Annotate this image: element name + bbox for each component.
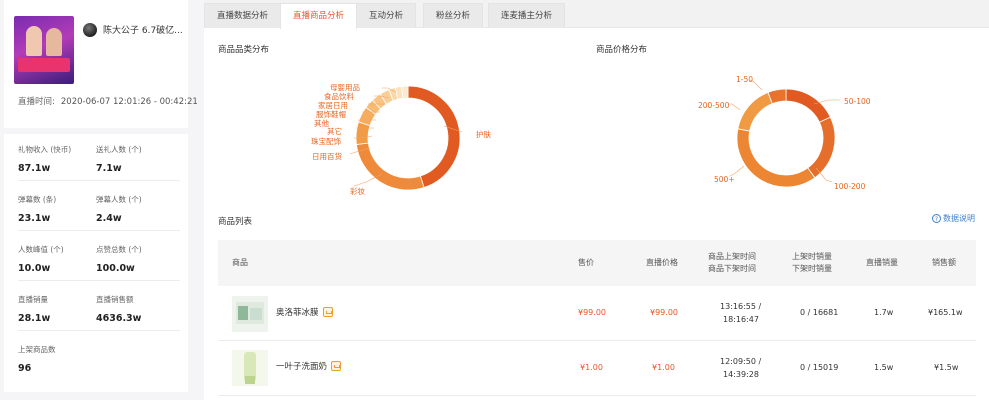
divider (18, 180, 180, 181)
cell-time-on: 13:16:55 / (720, 302, 762, 311)
stat-value: 2.4w (96, 213, 122, 224)
tab-interaction[interactable]: 互动分析 (356, 3, 417, 28)
stat-value: 4636.3w (96, 313, 142, 324)
stat-label: 直播销量 (18, 295, 48, 304)
price-label: 100-200 (834, 182, 866, 191)
tab-live-products[interactable]: 直播商品分析 (280, 3, 358, 29)
cart-icon[interactable] (322, 307, 333, 317)
product-thumbnail[interactable] (232, 296, 268, 332)
stat-value: 87.1w (18, 163, 51, 174)
cell-price: ¥1.00 (580, 363, 603, 372)
divider (18, 280, 180, 281)
cover-banner (18, 58, 70, 72)
cell-revenue: ¥1.5w (934, 363, 959, 372)
cell-time-off: 14:39:28 (723, 370, 759, 379)
category-label: 日用百货 (312, 152, 342, 161)
cell-live-price: ¥99.00 (650, 308, 678, 317)
cell-time-on: 12:09:50 / (720, 357, 762, 366)
anchor-name[interactable]: 陈大公子 6.7破亿... (103, 23, 183, 36)
stat-likes: 点赞总数 (个) 100.0w (96, 244, 142, 274)
table-row[interactable]: 奥洛菲冰膜 ¥99.00 ¥99.00 13:16:55 / 18:16:47 … (218, 286, 976, 341)
stat-value: 100.0w (96, 263, 135, 274)
cell-revenue: ¥165.1w (928, 308, 963, 317)
th-price: 售价 (578, 258, 594, 267)
cell-live-sales: 1.7w (874, 308, 894, 317)
cell-live-sales: 1.5w (874, 363, 894, 372)
live-time-value: 2020-06-07 12:01:26 - 00:42:21 (60, 97, 198, 107)
cell-sales-change: 0 / 15019 (800, 363, 839, 372)
tab-co-streamers[interactable]: 连麦播主分析 (488, 3, 566, 28)
stat-label: 弹幕人数 (个) (96, 195, 142, 204)
price-label: 200-500 (698, 101, 730, 110)
stat-label: 直播销售额 (96, 295, 134, 304)
live-cover-image[interactable] (14, 16, 74, 84)
stat-value: 23.1w (18, 213, 51, 224)
stat-value: 28.1w (18, 313, 51, 324)
product-name[interactable]: 一叶子洗面奶 (276, 360, 342, 372)
product-name-text: 奥洛菲冰膜 (276, 308, 319, 318)
avatar[interactable] (83, 23, 97, 37)
cover-person (46, 28, 62, 56)
main-panel: 直播数据分析 直播商品分析 互动分析 粉丝分析 连麦播主分析 商品品类分布 商品… (204, 0, 989, 400)
table-row[interactable]: 一叶子洗面奶 ¥1.00 ¥1.00 12:09:50 / 14:39:28 0… (218, 341, 976, 396)
table-header: 商品 售价 直播价格 商品上架时间 商品下架时间 上架时销量 下架时销量 直播销… (218, 240, 976, 286)
stat-label: 上架商品数 (18, 345, 56, 354)
live-card: 陈大公子 6.7破亿... 直播时间: 2020-06-07 12:01:26 -… (4, 0, 198, 118)
stat-label: 点赞总数 (个) (96, 245, 142, 254)
live-time: 直播时间: 2020-06-07 12:01:26 - 00:42:21 (18, 95, 198, 107)
product-list-title: 商品列表 (218, 217, 253, 227)
stat-product-count: 上架商品数 96 (18, 344, 56, 374)
category-label: 彩妆 (350, 187, 365, 196)
category-label: 护肤 (476, 130, 491, 139)
cell-time-off: 18:16:47 (723, 315, 759, 324)
question-icon: ? (932, 214, 941, 223)
stat-value: 10.0w (18, 263, 51, 274)
stat-label: 送礼人数 (个) (96, 145, 142, 154)
th-live-price: 直播价格 (646, 258, 678, 267)
price-title: 商品价格分布 (596, 45, 648, 55)
cover-person (26, 26, 42, 56)
data-help-label: 数据说明 (943, 214, 975, 223)
tab-live-data[interactable]: 直播数据分析 (204, 3, 282, 28)
tab-bar: 直播数据分析 直播商品分析 互动分析 粉丝分析 连麦播主分析 (204, 0, 989, 29)
category-label: 母婴用品 (330, 83, 360, 92)
stat-danmu-count: 弹幕数 (条) 23.1w (18, 194, 56, 224)
product-name-text: 一叶子洗面奶 (276, 362, 328, 372)
price-label: 50-100 (844, 97, 871, 106)
th-product: 商品 (232, 258, 248, 267)
stat-gift-users: 送礼人数 (个) 7.1w (96, 144, 142, 174)
th-shelf-time: 商品上架时间 商品下架时间 (708, 252, 756, 273)
product-thumbnail[interactable] (232, 350, 268, 386)
stat-danmu-users: 弹幕人数 (个) 2.4w (96, 194, 142, 224)
stat-value: 7.1w (96, 163, 122, 174)
stat-label: 礼物收入 (快币) (18, 145, 72, 154)
price-label: 1-50 (736, 75, 754, 84)
stat-peak-users: 人数峰值 (个) 10.0w (18, 244, 64, 274)
live-time-label: 直播时间: (18, 97, 55, 107)
th-revenue: 销售额 (932, 258, 956, 267)
tab-fans[interactable]: 粉丝分析 (423, 3, 484, 28)
stats-panel: 礼物收入 (快币) 87.1w 送礼人数 (个) 7.1w 弹幕数 (条) 23.1w… (4, 128, 188, 392)
divider (18, 330, 180, 331)
category-title: 商品品类分布 (218, 45, 270, 55)
cell-price: ¥99.00 (578, 308, 606, 317)
th-live-sales: 直播销量 (866, 258, 898, 267)
category-label: 其它 (327, 127, 342, 136)
stat-gift-income: 礼物收入 (快币) 87.1w (18, 144, 71, 174)
th-shelf-sales: 上架时销量 下架时销量 (792, 252, 832, 273)
left-panel: 陈大公子 6.7破亿... 直播时间: 2020-06-07 12:01:26 -… (4, 0, 198, 392)
stat-label: 弹幕数 (条) (18, 195, 57, 204)
stat-label: 人数峰值 (个) (18, 245, 64, 254)
category-label: 珠宝配饰 (311, 137, 341, 146)
data-help-link[interactable]: ? 数据说明 (932, 213, 975, 224)
stat-live-sales: 直播销量 28.1w (18, 294, 50, 324)
product-name[interactable]: 奥洛菲冰膜 (276, 306, 333, 318)
cell-sales-change: 0 / 16681 (800, 308, 839, 317)
cell-live-price: ¥1.00 (652, 363, 675, 372)
cart-icon[interactable] (331, 361, 342, 371)
stat-value: 96 (18, 363, 32, 374)
stat-live-revenue: 直播销售额 4636.3w (96, 294, 141, 324)
divider (18, 230, 180, 231)
price-label: 500+ (714, 175, 735, 184)
